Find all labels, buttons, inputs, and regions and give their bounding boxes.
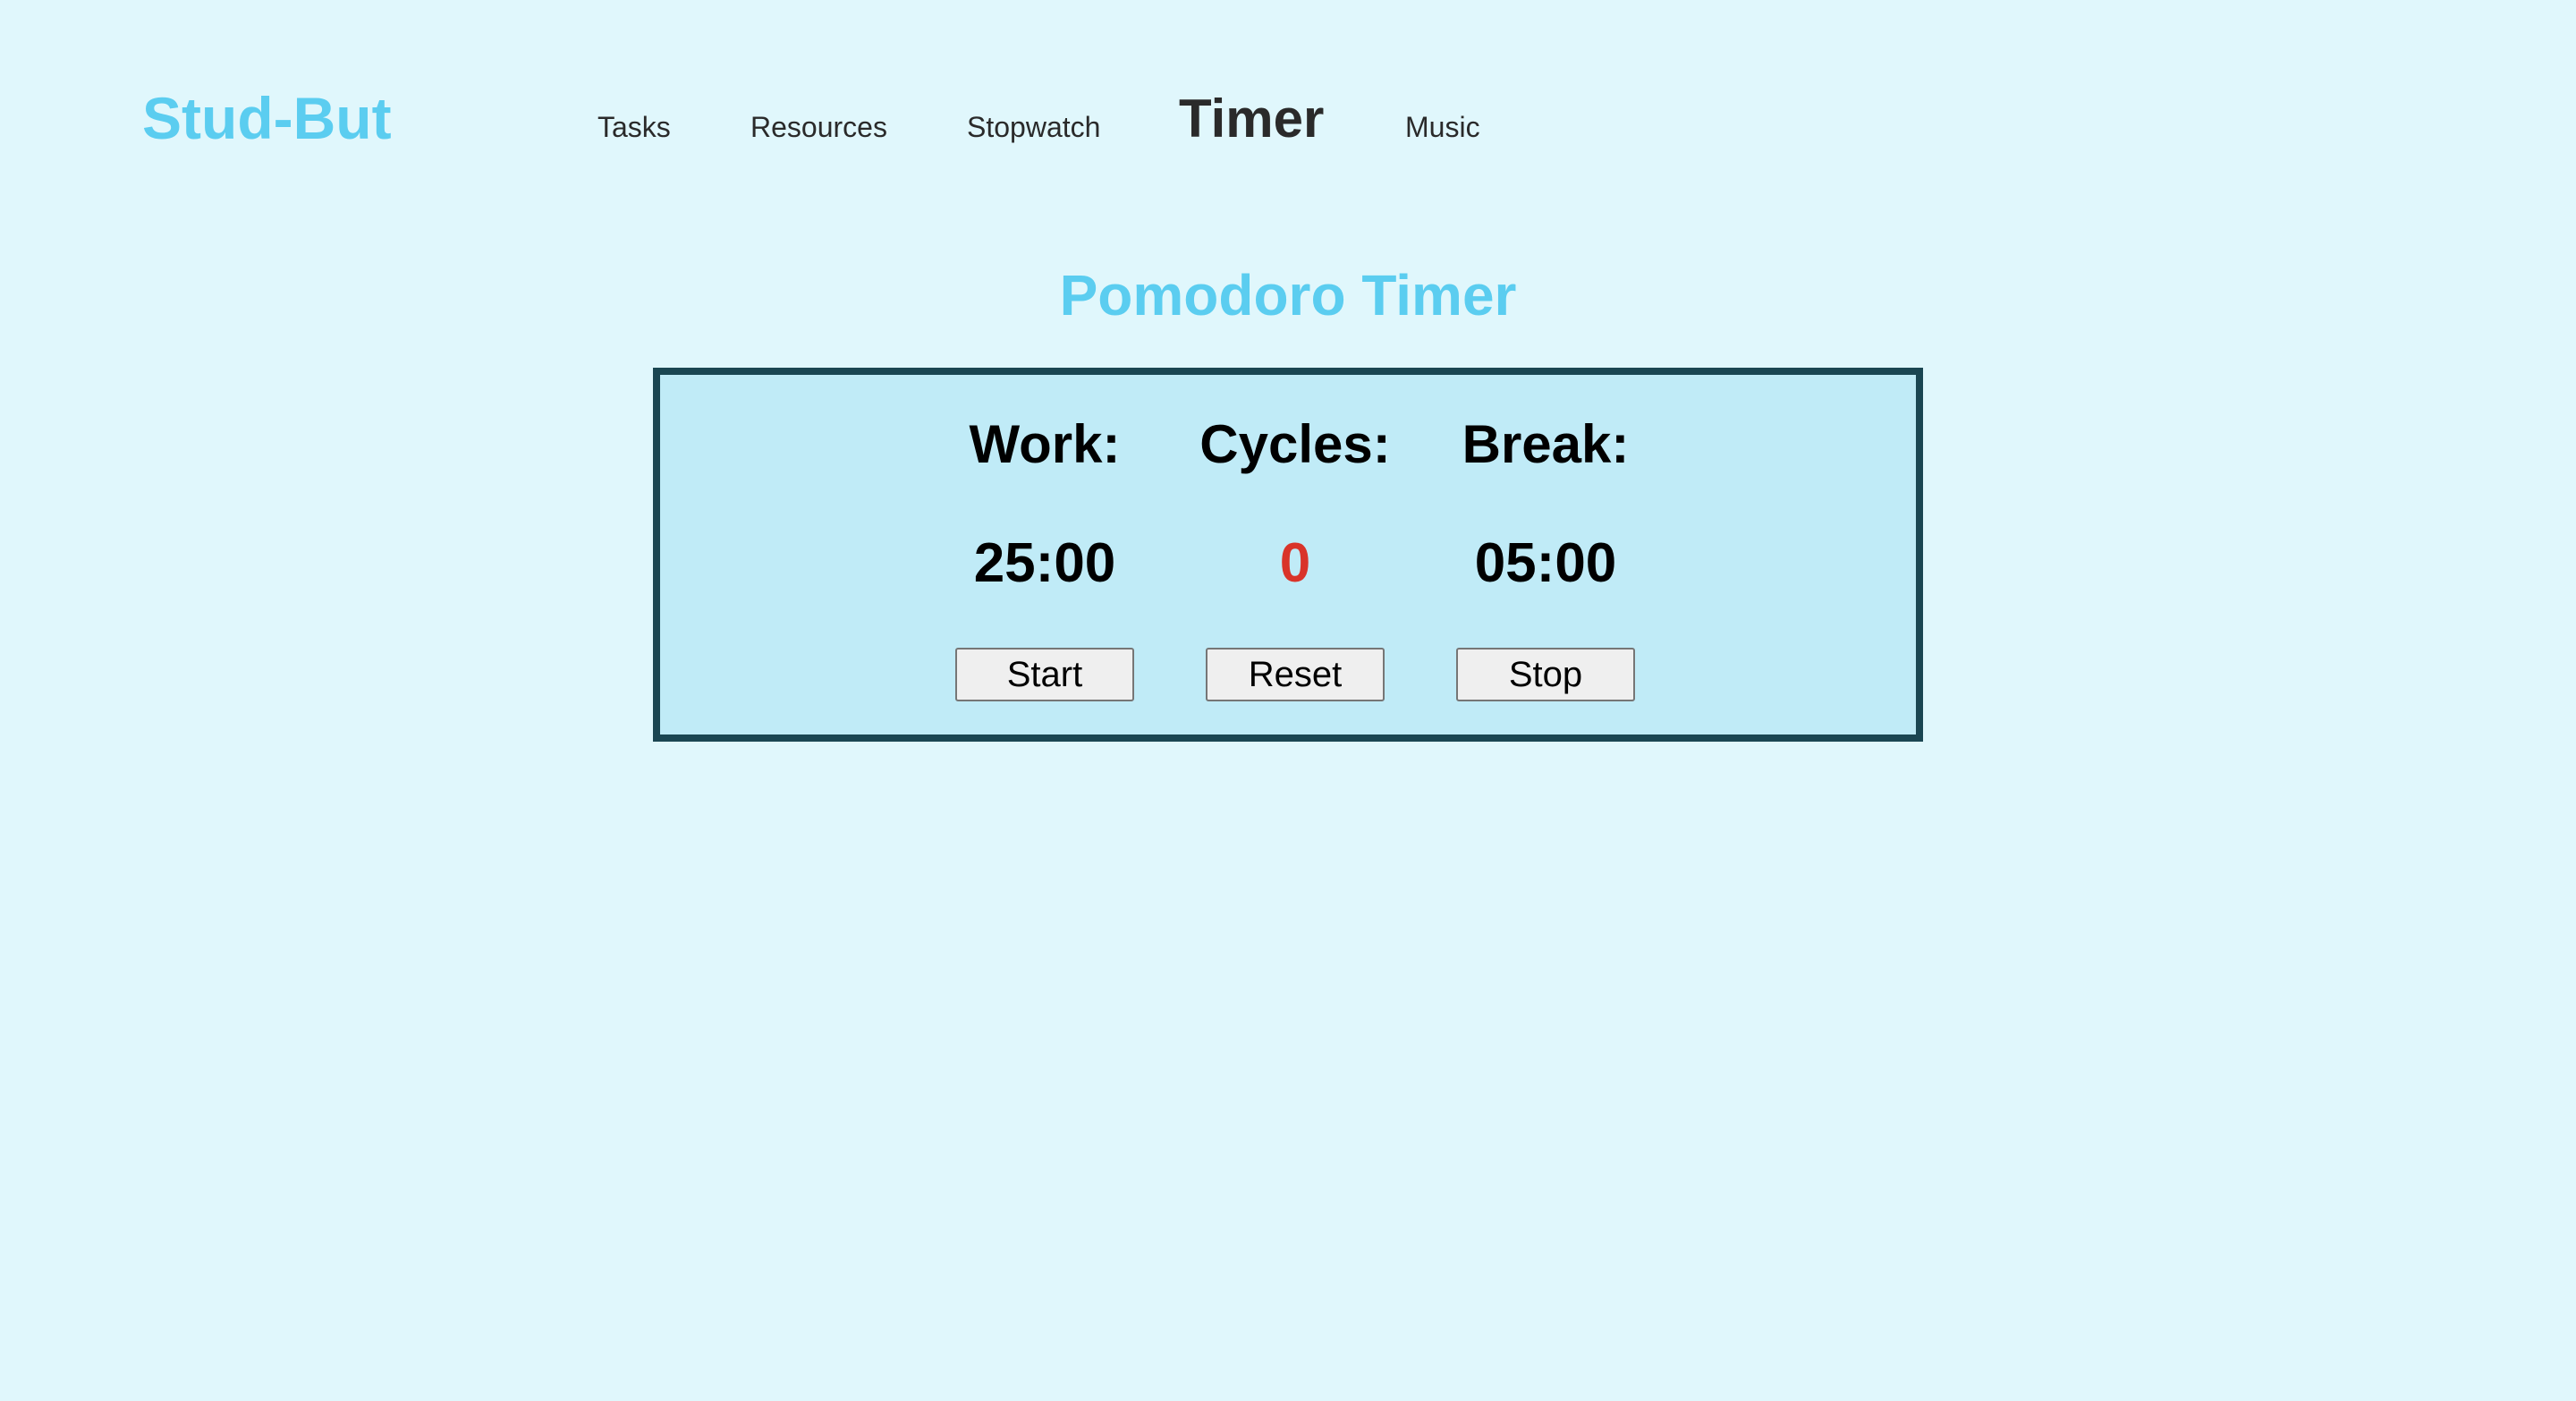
stop-button[interactable]: Stop (1456, 648, 1635, 701)
nav-tasks[interactable]: Tasks (597, 109, 671, 145)
start-button[interactable]: Start (955, 648, 1134, 701)
break-label: Break: (1462, 414, 1630, 474)
nav-music[interactable]: Music (1405, 109, 1480, 145)
nav-stopwatch[interactable]: Stopwatch (967, 109, 1100, 145)
nav-timer[interactable]: Timer (1179, 88, 1324, 150)
break-time: 05:00 (1474, 532, 1617, 594)
reset-button[interactable]: Reset (1206, 648, 1385, 701)
work-label: Work: (969, 414, 1121, 474)
work-time: 25:00 (973, 532, 1116, 594)
logo[interactable]: Stud-But (142, 86, 392, 150)
cycles-count: 0 (1279, 532, 1311, 594)
cycles-label: Cycles: (1199, 414, 1391, 474)
timer-panel: Work: 25:00 Start Cycles: 0 Reset Break:… (653, 368, 1923, 742)
page-title: Pomodoro Timer (1059, 263, 1517, 327)
nav-resources[interactable]: Resources (750, 109, 887, 145)
